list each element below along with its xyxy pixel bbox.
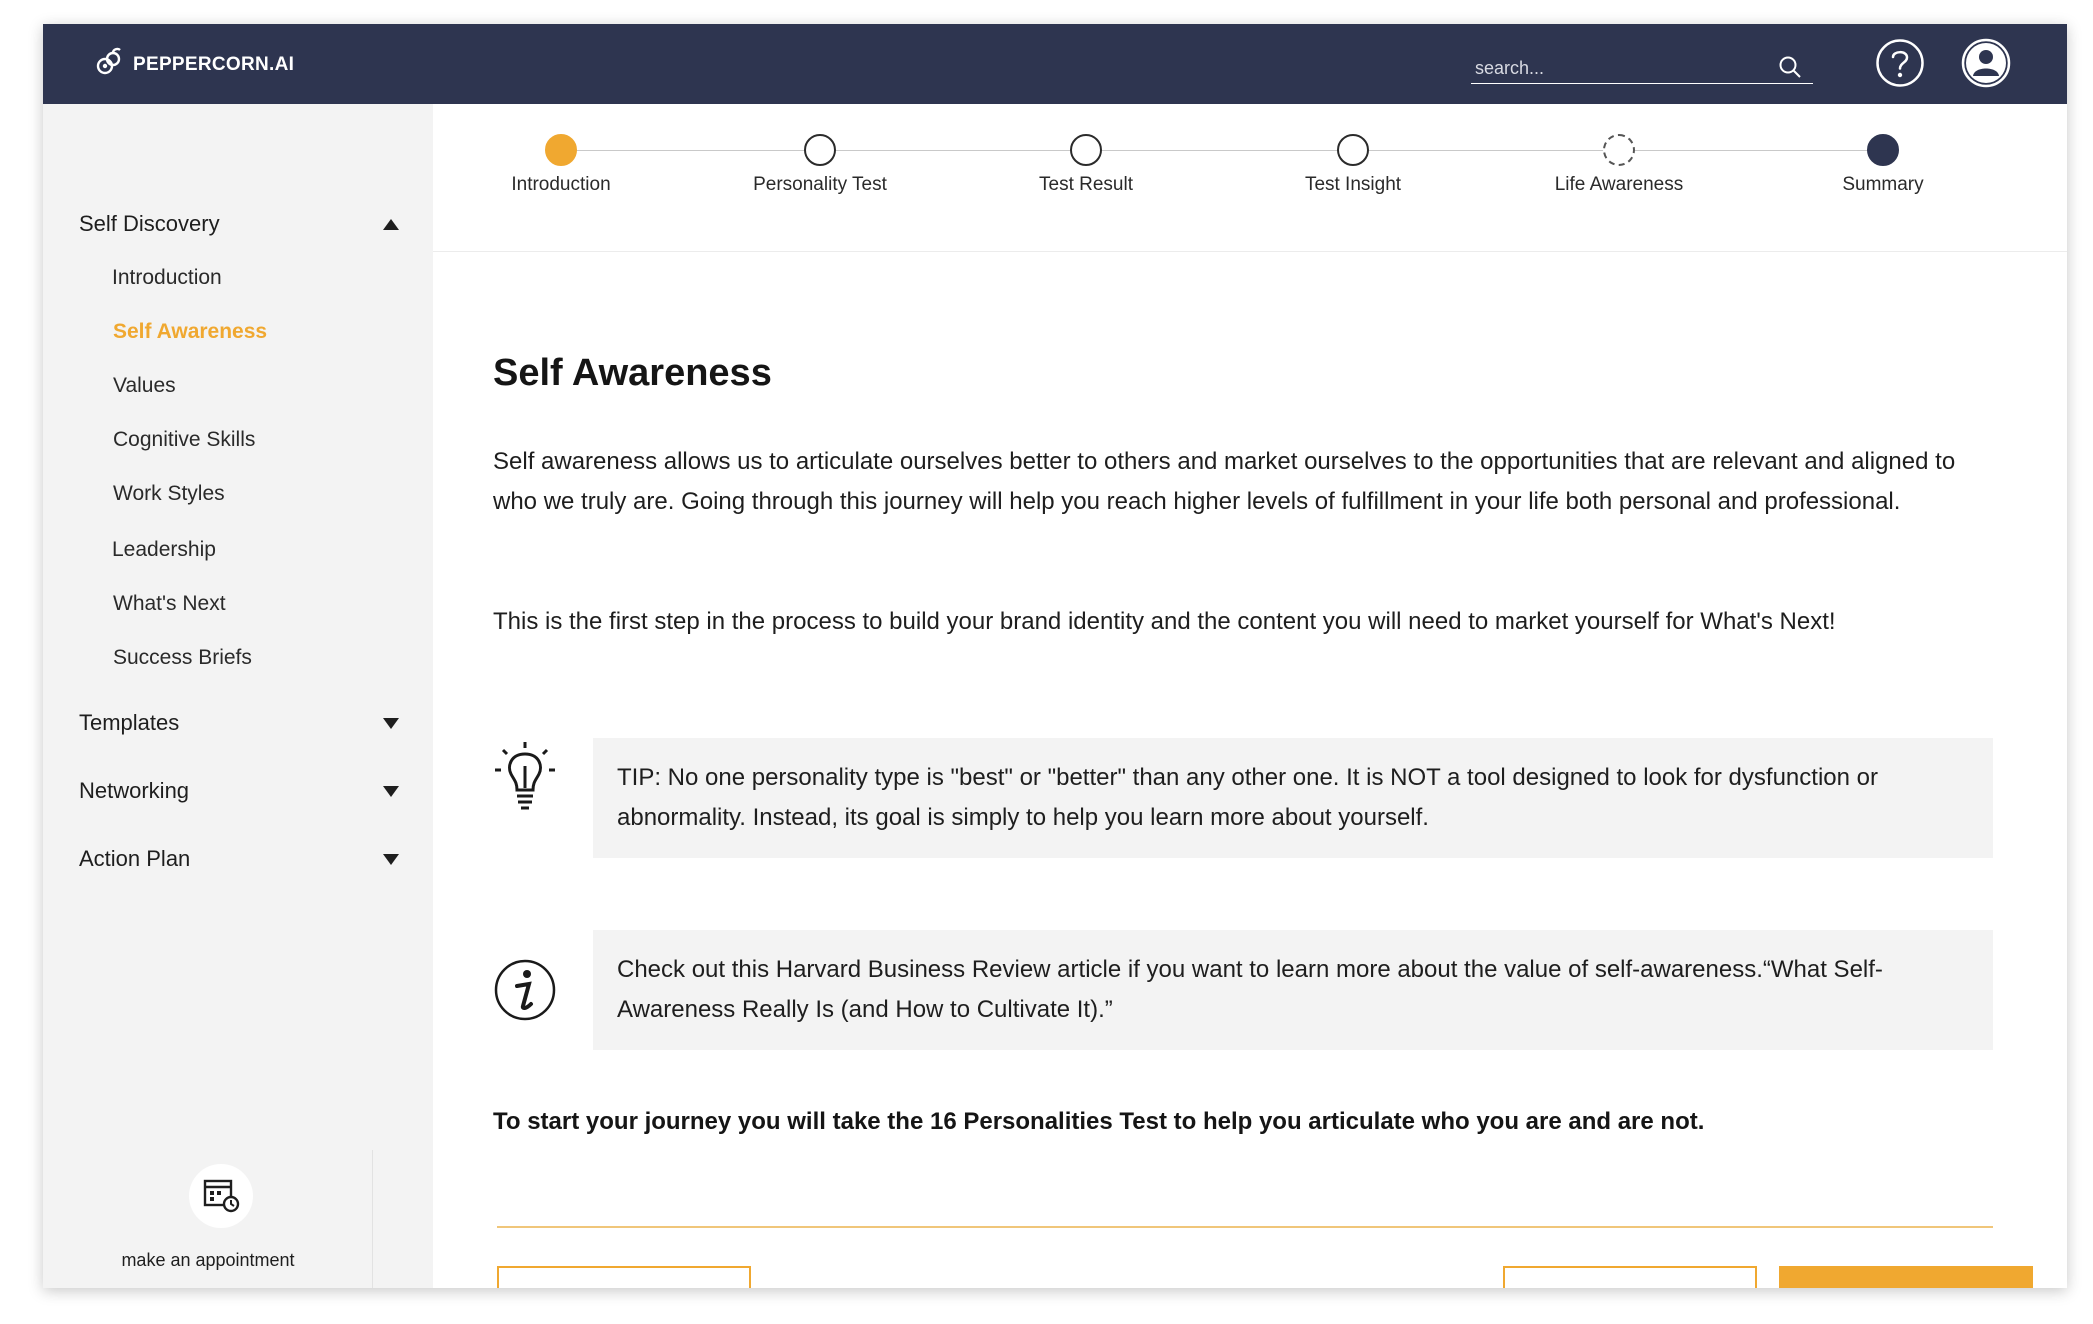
step-label: Test Result [1039, 174, 1133, 195]
progress-stepper: Introduction Personality Test Test Resul… [433, 104, 2067, 252]
chevron-down-icon [383, 853, 399, 865]
step-introduction[interactable]: Introduction [461, 134, 661, 196]
appointment-widget: make an appointment [43, 1150, 373, 1288]
step-test-result[interactable]: Test Result [986, 134, 1186, 196]
sidebar-section-label: Action Plan [79, 846, 191, 871]
sidebar: Self Discovery Introduction Self Awarene… [43, 104, 433, 1288]
chevron-up-icon [383, 218, 399, 230]
step-personality-test[interactable]: Personality Test [720, 134, 920, 196]
search-bar [1471, 50, 1813, 84]
brand-name: PEPPERCORN.AI [133, 53, 295, 75]
sidebar-section-label: Networking [79, 778, 190, 803]
step-summary[interactable]: Summary [1783, 134, 1983, 196]
sidebar-section-action-plan[interactable]: Action Plan [79, 846, 399, 872]
appointment-label[interactable]: make an appointment [43, 1250, 373, 1271]
step-life-awareness[interactable]: Life Awareness [1519, 134, 1719, 196]
sidebar-item-leadership[interactable]: Leadership [112, 538, 216, 562]
sidebar-item-self-awareness[interactable]: Self Awareness [113, 320, 267, 344]
logo[interactable]: PEPPERCORN.AI [93, 46, 294, 83]
chevron-down-icon [383, 717, 399, 729]
save-and-continue-button[interactable]: SAVE AND CONTINUE [1503, 1266, 1757, 1288]
step-label: Introduction [511, 174, 611, 195]
user-profile-button[interactable] [1961, 38, 2011, 93]
lightbulb-icon [493, 740, 557, 821]
sidebar-section-networking[interactable]: Networking [79, 778, 399, 804]
step-label: Test Insight [1304, 174, 1402, 195]
search-input[interactable] [1475, 56, 1765, 80]
next-section-button[interactable]: NEXT SECTION [1779, 1266, 2033, 1288]
sidebar-item-cognitive-skills[interactable]: Cognitive Skills [113, 428, 255, 452]
tip-text: TIP: No one personality type is "best" o… [617, 764, 1878, 831]
sidebar-item-introduction[interactable]: Introduction [112, 266, 222, 290]
sidebar-section-templates[interactable]: Templates [79, 710, 399, 736]
tip-callout: TIP: No one personality type is "best" o… [593, 738, 1993, 858]
sidebar-item-success-briefs[interactable]: Success Briefs [113, 646, 252, 670]
journey-cta-text: To start your journey you will take the … [493, 1108, 1705, 1135]
first-step-paragraph: This is the first step in the process to… [493, 608, 1836, 635]
step-test-insight[interactable]: Test Insight [1253, 134, 1453, 196]
step-label: Personality Test [753, 174, 887, 195]
step-indicator-completed [545, 134, 577, 166]
peppercorn-logo-icon [93, 46, 125, 83]
step-indicator-pending [1337, 134, 1369, 166]
step-indicator-pending [1070, 134, 1102, 166]
sidebar-item-work-styles[interactable]: Work Styles [113, 482, 225, 506]
info-icon [493, 958, 557, 1027]
question-circle-icon [1875, 39, 1925, 92]
chevron-down-icon [383, 785, 399, 797]
user-avatar-icon [1961, 38, 2011, 92]
sidebar-section-label: Templates [79, 710, 180, 735]
sidebar-item-values[interactable]: Values [113, 374, 176, 398]
intro-paragraph: Self awareness allows us to articulate o… [493, 448, 1956, 515]
appointment-button[interactable] [189, 1164, 253, 1228]
step-indicator-dashed [1603, 134, 1635, 166]
sidebar-item-whats-next[interactable]: What's Next [113, 592, 226, 616]
step-indicator-pending [804, 134, 836, 166]
app-window: PEPPERCORN.AI search... Self Discovery I… [43, 24, 2067, 1288]
step-label: Summary [1842, 174, 1924, 195]
info-text[interactable]: Check out this Harvard Business Review a… [617, 956, 1883, 1023]
divider [497, 1226, 1993, 1228]
sidebar-section-label: Self Discovery [79, 211, 220, 236]
top-bar: PEPPERCORN.AI [43, 24, 2067, 104]
info-callout: Check out this Harvard Business Review a… [593, 930, 1993, 1050]
help-button[interactable] [1875, 38, 1925, 93]
previous-section-button[interactable]: PREVIOUS SECTION [497, 1266, 751, 1288]
step-label: Life Awareness [1554, 174, 1684, 195]
step-indicator-filled [1867, 134, 1899, 166]
page-title: Self Awareness [493, 352, 772, 394]
calendar-clock-icon [201, 1174, 241, 1219]
search-icon[interactable] [1777, 54, 1803, 85]
sidebar-section-self-discovery[interactable]: Self Discovery [79, 211, 399, 237]
